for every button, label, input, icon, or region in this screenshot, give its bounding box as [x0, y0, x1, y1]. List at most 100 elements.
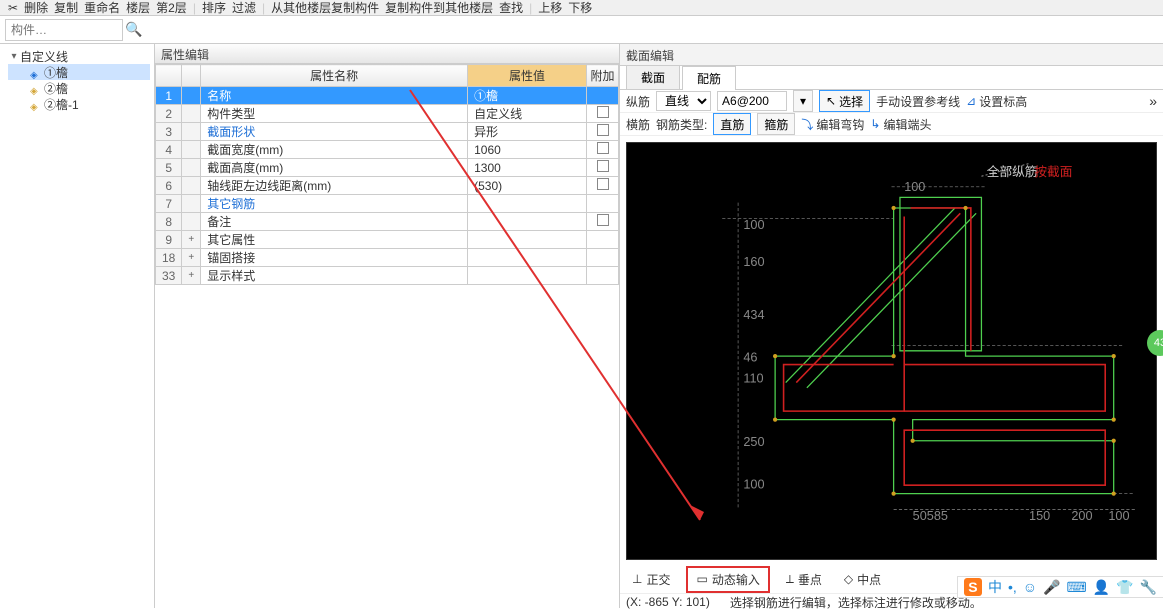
- tool-row-1: 纵筋 直线 ▾ ↖选择 手动设置参考线 ⊿设置标高 »: [620, 90, 1163, 113]
- expand-cell[interactable]: +: [182, 249, 201, 267]
- prop-add[interactable]: [587, 105, 619, 123]
- prop-val[interactable]: [468, 195, 587, 213]
- svg-text:150: 150: [1029, 509, 1050, 523]
- prop-add[interactable]: [587, 177, 619, 195]
- prop-row[interactable]: 1名称①檐: [156, 87, 619, 105]
- ime-toolbar: S 中 •, ☺ 🎤 ⌨ 👤 👕 🔧: [957, 576, 1163, 598]
- prop-val[interactable]: [468, 213, 587, 231]
- tb-find[interactable]: 查找: [499, 0, 523, 16]
- tb-sort[interactable]: 排序: [202, 0, 226, 16]
- select-button[interactable]: ↖选择: [819, 90, 870, 112]
- tree-label: ②檐-1: [44, 96, 79, 113]
- ime-skin-icon[interactable]: 👕: [1116, 579, 1133, 596]
- tab-section[interactable]: 截面: [626, 65, 680, 89]
- ime-zh[interactable]: 中: [988, 577, 1002, 597]
- prop-add[interactable]: [587, 159, 619, 177]
- expand-icon[interactable]: »: [1149, 93, 1157, 109]
- prop-row[interactable]: 6轴线距左边线距离(mm)(530): [156, 177, 619, 195]
- tb-down[interactable]: 下移: [568, 0, 592, 16]
- ime-s-icon[interactable]: S: [964, 578, 982, 596]
- tb-filter[interactable]: 过滤: [232, 0, 256, 16]
- edit-hook[interactable]: ⤵编辑弯钩: [801, 116, 864, 133]
- tree-root-item[interactable]: ▾ 自定义线: [8, 48, 150, 64]
- cursor-icon: ↖: [826, 94, 836, 108]
- row-num: 2: [156, 105, 182, 123]
- prop-val[interactable]: 异形: [468, 123, 587, 141]
- prop-val[interactable]: [468, 249, 587, 267]
- prop-add[interactable]: [587, 87, 619, 105]
- expand-cell[interactable]: +: [182, 231, 201, 249]
- set-elevation[interactable]: ⊿设置标高: [966, 93, 1027, 110]
- prop-row[interactable]: 2构件类型自定义线: [156, 105, 619, 123]
- tb-cut[interactable]: ✂: [8, 1, 18, 15]
- tb-floor[interactable]: 楼层: [126, 0, 150, 16]
- prop-row[interactable]: 9+其它属性: [156, 231, 619, 249]
- svg-text:110: 110: [743, 372, 763, 386]
- expand-cell: [182, 123, 201, 141]
- ime-mic-icon[interactable]: 🎤: [1043, 579, 1060, 596]
- prop-val[interactable]: [468, 267, 587, 285]
- snap-ortho[interactable]: ⊥正交: [626, 569, 676, 590]
- prop-row[interactable]: 7其它钢筋: [156, 195, 619, 213]
- line-select[interactable]: 直线: [656, 91, 711, 111]
- tb-copy[interactable]: 复制: [54, 0, 78, 16]
- spec-input[interactable]: [717, 91, 787, 111]
- ime-emoji-icon[interactable]: ☺: [1023, 579, 1037, 595]
- snap-perp[interactable]: ⟂垂点: [780, 569, 828, 590]
- prop-add[interactable]: [587, 231, 619, 249]
- stirrup-button[interactable]: 箍筋: [757, 113, 795, 135]
- expand-cell[interactable]: +: [182, 267, 201, 285]
- ime-punct-icon[interactable]: •,: [1008, 579, 1017, 595]
- ime-tool-icon[interactable]: 🔧: [1140, 579, 1157, 596]
- rtype-label: 钢筋类型:: [656, 116, 707, 133]
- prop-add[interactable]: [587, 141, 619, 159]
- tb-del[interactable]: 删除: [24, 0, 48, 16]
- prop-row[interactable]: 4截面宽度(mm)1060: [156, 141, 619, 159]
- edit-end[interactable]: ↳编辑端头: [870, 116, 931, 133]
- prop-val[interactable]: [468, 231, 587, 249]
- search-icon[interactable]: 🔍: [123, 19, 145, 41]
- prop-row[interactable]: 18+锚固搭接: [156, 249, 619, 267]
- prop-add[interactable]: [587, 267, 619, 285]
- svg-text:100: 100: [743, 477, 764, 491]
- prop-val[interactable]: 自定义线: [468, 105, 587, 123]
- tb-up[interactable]: 上移: [538, 0, 562, 16]
- tb-rename[interactable]: 重命名: [84, 0, 120, 16]
- svg-text:434: 434: [743, 308, 764, 322]
- col-add: 附加: [587, 65, 619, 87]
- dropdown-icon[interactable]: ▾: [793, 90, 813, 112]
- tab-rebar[interactable]: 配筋: [682, 66, 736, 90]
- ime-kbd-icon[interactable]: ⌨: [1066, 579, 1086, 596]
- tb-copyto[interactable]: 复制构件到其他楼层: [385, 0, 493, 16]
- section-tabs: 截面 配筋: [620, 66, 1163, 90]
- snap-mid[interactable]: ◇中点: [838, 569, 887, 590]
- section-canvas[interactable]: 100 160 434 46 110 250 100 50585 150 200…: [626, 142, 1157, 560]
- prop-row[interactable]: 3截面形状异形: [156, 123, 619, 141]
- prop-add[interactable]: [587, 195, 619, 213]
- prop-row[interactable]: 8备注: [156, 213, 619, 231]
- prop-add[interactable]: [587, 249, 619, 267]
- straight-button[interactable]: 直筋: [713, 113, 751, 135]
- prop-add[interactable]: [587, 123, 619, 141]
- tree-item-3[interactable]: ②檐-1: [8, 96, 150, 112]
- svg-text:100: 100: [743, 218, 764, 232]
- tree-label: ①檐: [44, 64, 68, 81]
- manual-refline[interactable]: 手动设置参考线: [876, 93, 960, 110]
- search-input[interactable]: [5, 19, 123, 41]
- prop-val[interactable]: 1300: [468, 159, 587, 177]
- tb-floor2[interactable]: 第2层: [156, 0, 187, 16]
- tree-item-1[interactable]: ①檐: [8, 64, 150, 80]
- snap-dynamic[interactable]: ▭动态输入: [686, 566, 769, 593]
- prop-row[interactable]: 5截面高度(mm)1300: [156, 159, 619, 177]
- tb-copyfrom[interactable]: 从其他楼层复制构件: [271, 0, 379, 16]
- prop-val[interactable]: (530): [468, 177, 587, 195]
- tree-item-2[interactable]: ②檐: [8, 80, 150, 96]
- ortho-icon: ⊥: [632, 572, 642, 586]
- tree-root-label: 自定义线: [20, 48, 68, 65]
- prop-row[interactable]: 33+显示样式: [156, 267, 619, 285]
- prop-add[interactable]: [587, 213, 619, 231]
- ime-user-icon[interactable]: 👤: [1093, 579, 1110, 596]
- prop-val[interactable]: ①檐: [468, 87, 587, 105]
- collapse-icon[interactable]: ▾: [8, 51, 20, 62]
- prop-val[interactable]: 1060: [468, 141, 587, 159]
